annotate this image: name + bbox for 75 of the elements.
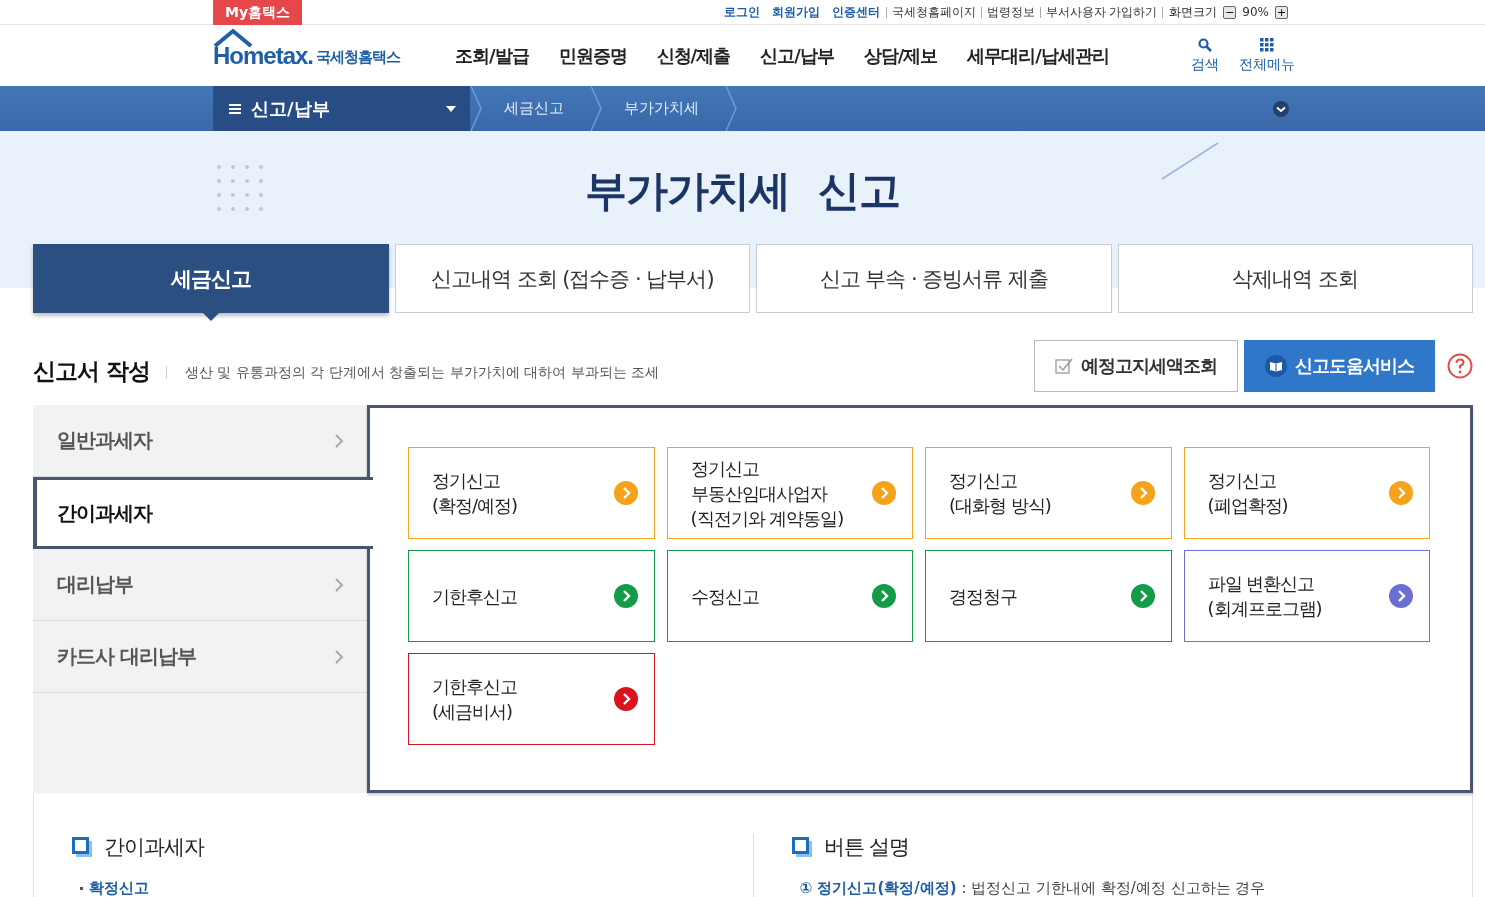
breadcrumb-menu[interactable]: 신고/납부	[213, 86, 470, 131]
side-menu-item[interactable]: 간이과세자	[33, 477, 373, 549]
top-link[interactable]: 국세청홈페이지	[885, 6, 981, 18]
arrow-circle-icon	[1130, 584, 1155, 608]
arrow-circle-icon	[872, 481, 896, 505]
chevron-separator-icon	[470, 86, 482, 131]
search-icon	[1198, 37, 1212, 52]
dots-drawing	[215, 163, 265, 213]
all-menu-button[interactable]: 전체메뉴	[1239, 37, 1295, 74]
filing-card[interactable]: 경정청구	[925, 550, 1172, 642]
arrow-circle-icon	[613, 584, 638, 608]
guide-heading: 간이과세자	[104, 834, 204, 861]
nav-item[interactable]: 신고/납부	[760, 43, 834, 68]
tab[interactable]: 신고 부속 · 증빙서류 제출	[756, 244, 1112, 313]
filing-card[interactable]: 기한후신고 (세금비서)	[408, 653, 655, 745]
checkbox-icon	[1055, 357, 1073, 375]
top-link[interactable]: 법령정보	[980, 6, 1040, 18]
arrow-circle-icon	[1130, 481, 1155, 505]
notice-tax-button[interactable]: 예정고지세액조회	[1034, 340, 1238, 392]
tab[interactable]: 삭제내역 조회	[1117, 244, 1473, 313]
chevron-right-icon	[335, 433, 344, 448]
zoom-out-button[interactable]: −	[1223, 5, 1237, 19]
tab[interactable]: 신고내역 조회 (접수증 · 납부서)	[394, 244, 750, 313]
top-link[interactable]: 인증센터	[825, 6, 886, 18]
top-link[interactable]: 로그인	[717, 6, 766, 18]
nav-item[interactable]: 신청/제출	[656, 43, 731, 68]
guide-link[interactable]: 확정신고	[89, 879, 149, 897]
filing-card[interactable]: 정기신고 (대화형 방식)	[925, 447, 1172, 539]
search-button[interactable]: 검색	[1191, 37, 1219, 74]
diagonal-line-drawing	[1160, 141, 1220, 181]
help-icon[interactable]	[1447, 353, 1473, 379]
nav-item[interactable]: 조회/발급	[455, 43, 529, 68]
chevron-right-icon	[335, 577, 344, 592]
menu-icon	[229, 102, 241, 115]
tab-pointer-icon	[200, 311, 221, 321]
zoom-value: 90%	[1241, 5, 1270, 19]
arrow-circle-icon	[1389, 481, 1413, 505]
nav-item[interactable]: 민원증명	[558, 43, 627, 68]
section-description: 생산 및 유통과정의 각 단계에서 창출되는 부가가치에 대하여 부과되는 조세	[166, 365, 660, 379]
filing-card[interactable]: 수정신고	[666, 550, 913, 642]
my-hometax-badge[interactable]: My홈택스	[213, 0, 303, 25]
house-roof-icon	[213, 27, 253, 48]
filing-card[interactable]: 정기신고 (확정/예정)	[408, 447, 655, 539]
breadcrumb-item[interactable]: 세금신고	[482, 86, 590, 131]
help-service-button[interactable]: 신고도움서비스	[1244, 340, 1435, 392]
chevron-separator-icon	[725, 86, 737, 131]
square-bullet-icon	[791, 837, 812, 857]
section-title: 신고서 작성	[33, 356, 150, 386]
filing-card[interactable]: 정기신고 부동산임대사업자 (직전기와 계약동일)	[666, 447, 913, 539]
filing-card[interactable]: 파일 변환신고 (회계프로그램)	[1183, 550, 1430, 642]
banner-title: 부가가치세 신고	[585, 165, 900, 217]
chevron-right-icon	[335, 649, 344, 664]
filing-card[interactable]: 기한후신고	[408, 550, 655, 642]
nav-item[interactable]: 세무대리/납세관리	[967, 43, 1109, 68]
breadcrumb-item[interactable]: 부가가치세	[602, 86, 725, 131]
chevron-separator-icon	[590, 86, 602, 131]
arrow-circle-icon	[872, 584, 896, 608]
book-icon	[1265, 355, 1287, 377]
button-description: ① 정기신고(확정/예정) : 법정신고 기한내에 확정/예정 신고하는 경우	[799, 879, 1266, 897]
logo-brand[interactable]: Hometax.	[213, 41, 314, 70]
nav-item[interactable]: 상담/제보	[863, 43, 938, 68]
top-link[interactable]: 부서사용자 가입하기	[1039, 6, 1163, 18]
arrow-circle-icon	[613, 687, 638, 711]
arrow-circle-icon	[1389, 584, 1413, 608]
zoom-in-button[interactable]: +	[1275, 5, 1288, 19]
expand-chevron-icon[interactable]	[1272, 100, 1290, 118]
list-bullet	[80, 887, 83, 890]
top-link[interactable]: 회원가입	[765, 6, 826, 18]
filing-card[interactable]: 정기신고 (폐업확정)	[1183, 447, 1430, 539]
guide-heading: 버튼 설명	[823, 834, 910, 861]
logo-name[interactable]: 국세청홈택스	[316, 47, 401, 70]
arrow-circle-icon	[613, 481, 638, 505]
dropdown-caret-icon	[446, 105, 456, 112]
grid-menu-icon	[1260, 37, 1274, 52]
square-bullet-icon	[72, 837, 92, 857]
